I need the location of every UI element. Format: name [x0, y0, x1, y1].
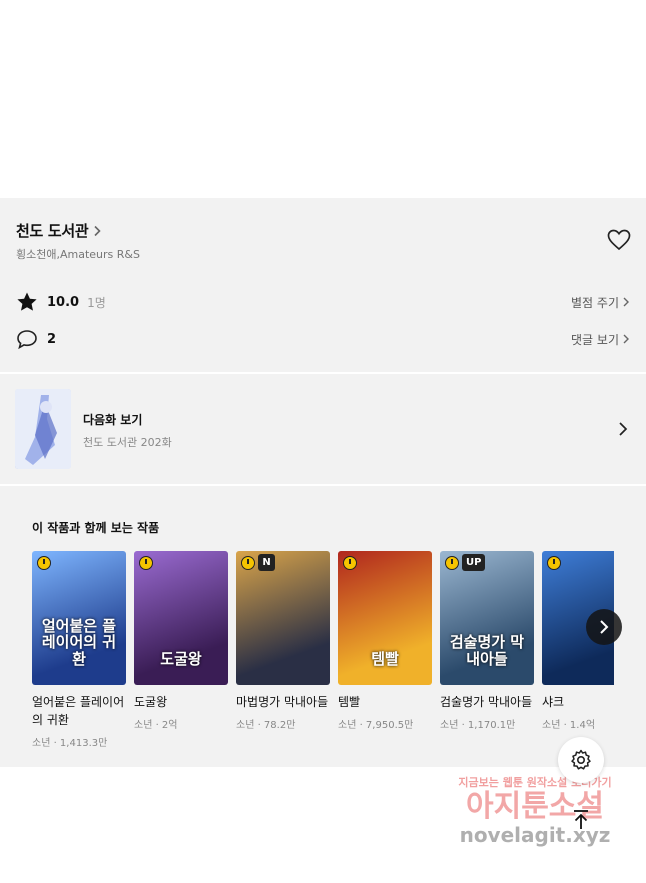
recommendation-title: 도굴왕 — [134, 695, 168, 709]
settings-icon — [571, 749, 591, 770]
next-episode-panel[interactable]: 다음화 보기 천도 도서관 202화 — [0, 374, 646, 484]
recommendation-card[interactable]: N 마법명가 막내아들소년 · 78.2만 — [236, 551, 330, 731]
clock-icon — [343, 556, 357, 570]
recommendation-meta: 소년 · 1,413.3만 — [32, 738, 108, 749]
recommendation-meta: 소년 · 1,170.1만 — [440, 720, 516, 731]
settings-button[interactable] — [558, 737, 604, 783]
clock-icon — [547, 556, 561, 570]
recommendation-cover: UP 검술명가 막내아들 — [440, 551, 534, 685]
clock-icon — [445, 556, 459, 570]
work-title: 천도 도서관 — [16, 222, 89, 240]
recommendation-meta: 소년 · 2억 — [134, 720, 178, 731]
rating-count: 1명 — [87, 295, 106, 310]
recommendation-card[interactable]: 도굴왕 도굴왕 소년 · 2억 — [134, 551, 228, 731]
recommendation-cover-logo: 검술명가 막내아들 — [449, 633, 525, 668]
recommendation-title: 템빨 — [338, 695, 361, 709]
watermark-line-3: novelagit.xyz — [459, 823, 611, 847]
watermark-line-2: 아지툰소설 — [466, 789, 604, 824]
chevron-right-icon — [623, 334, 629, 344]
recommendation-cover-logo: 도굴왕 — [160, 649, 202, 668]
recommendation-badge: UP — [462, 554, 486, 571]
watermark: 지금보는 웹툰 원작소설 보러가기 아지툰소설 novelagit.xyz — [440, 774, 630, 864]
chevron-right-icon — [623, 297, 629, 307]
next-episode-label: 다음화 보기 — [83, 413, 143, 427]
comment-row: 2 댓글 보기 — [16, 328, 630, 350]
recommendation-badge: N — [258, 554, 275, 571]
recommendation-card[interactable]: UP 검술명가 막내아들 검술명가 막내아들 소년 · 1,170.1만 — [440, 551, 534, 731]
next-episode-thumbnail — [15, 389, 71, 469]
carousel-next-button[interactable] — [586, 609, 622, 645]
recommendation-cover-logo: 템빨 — [371, 649, 399, 668]
clock-icon — [241, 556, 255, 570]
recommendation-card[interactable]: 템빨 템빨 소년 · 7,950.5만 — [338, 551, 432, 731]
work-info-panel: 천도 도서관 횡소천애,Amateurs R&S 10.0 1명 별점 주기 2… — [0, 198, 646, 372]
recommendation-cover-logo: 얼어붙은 플레이어의 귀환 — [41, 616, 117, 668]
recommendation-title: 얼어붙은 플레이어의 귀환 — [32, 695, 125, 727]
comment-link[interactable]: 댓글 보기 — [571, 331, 630, 348]
arrow-up-icon — [574, 810, 588, 829]
recommendation-title: 검술명가 막내아들 — [440, 695, 533, 709]
recommendations-carousel: 얼어붙은 플레이어의 귀환 얼어붙은 플레이어의 귀환 소년 · 1,413.3만 도… — [32, 551, 614, 751]
recommendation-cover: 템빨 — [338, 551, 432, 685]
scroll-top-button[interactable] — [567, 806, 595, 834]
watermark-line-1: 지금보는 웹툰 원작소설 보러가기 — [458, 776, 612, 789]
recommendation-cover: N — [236, 551, 330, 685]
recommendations-panel: 이 작품과 함께 보는 작품 얼어붙은 플레이어의 귀환 얼어붙은 플레이어의 귀… — [0, 486, 646, 767]
heart-icon[interactable] — [607, 229, 631, 251]
recommendation-title: 마법명가 막내아들 — [236, 695, 329, 709]
rating-row: 10.0 1명 별점 주기 — [16, 291, 630, 313]
work-authors: 횡소천애,Amateurs R&S — [16, 248, 140, 261]
rating-value: 10.0 — [47, 294, 80, 310]
recommendation-meta: 소년 · 7,950.5만 — [338, 720, 414, 731]
rate-link[interactable]: 별점 주기 — [571, 294, 630, 311]
recommendations-heading: 이 작품과 함께 보는 작품 — [32, 521, 160, 535]
recommendation-meta: 소년 · 1.4억 — [542, 720, 596, 731]
recommendation-cover: 얼어붙은 플레이어의 귀환 — [32, 551, 126, 685]
top-blank-area — [0, 0, 646, 198]
star-icon — [17, 292, 37, 311]
comment-count: 2 — [47, 331, 57, 347]
comment-link-label: 댓글 보기 — [571, 332, 619, 347]
recommendation-cover: 도굴왕 — [134, 551, 228, 685]
chevron-right-icon — [600, 620, 609, 634]
recommendation-title: 샤크 — [542, 695, 565, 709]
recommendation-card[interactable]: 얼어붙은 플레이어의 귀환 얼어붙은 플레이어의 귀환 소년 · 1,413.3만 — [32, 551, 126, 749]
recommendation-meta: 소년 · 78.2만 — [236, 720, 296, 731]
comment-icon — [17, 330, 37, 350]
work-title-link[interactable]: 천도 도서관 — [16, 220, 102, 241]
rate-link-label: 별점 주기 — [571, 295, 619, 310]
next-episode-subtitle: 천도 도서관 202화 — [83, 436, 172, 449]
next-episode-art — [15, 389, 71, 469]
clock-icon — [139, 556, 153, 570]
clock-icon — [37, 556, 51, 570]
chevron-right-icon — [94, 225, 102, 236]
chevron-right-icon — [619, 422, 628, 436]
